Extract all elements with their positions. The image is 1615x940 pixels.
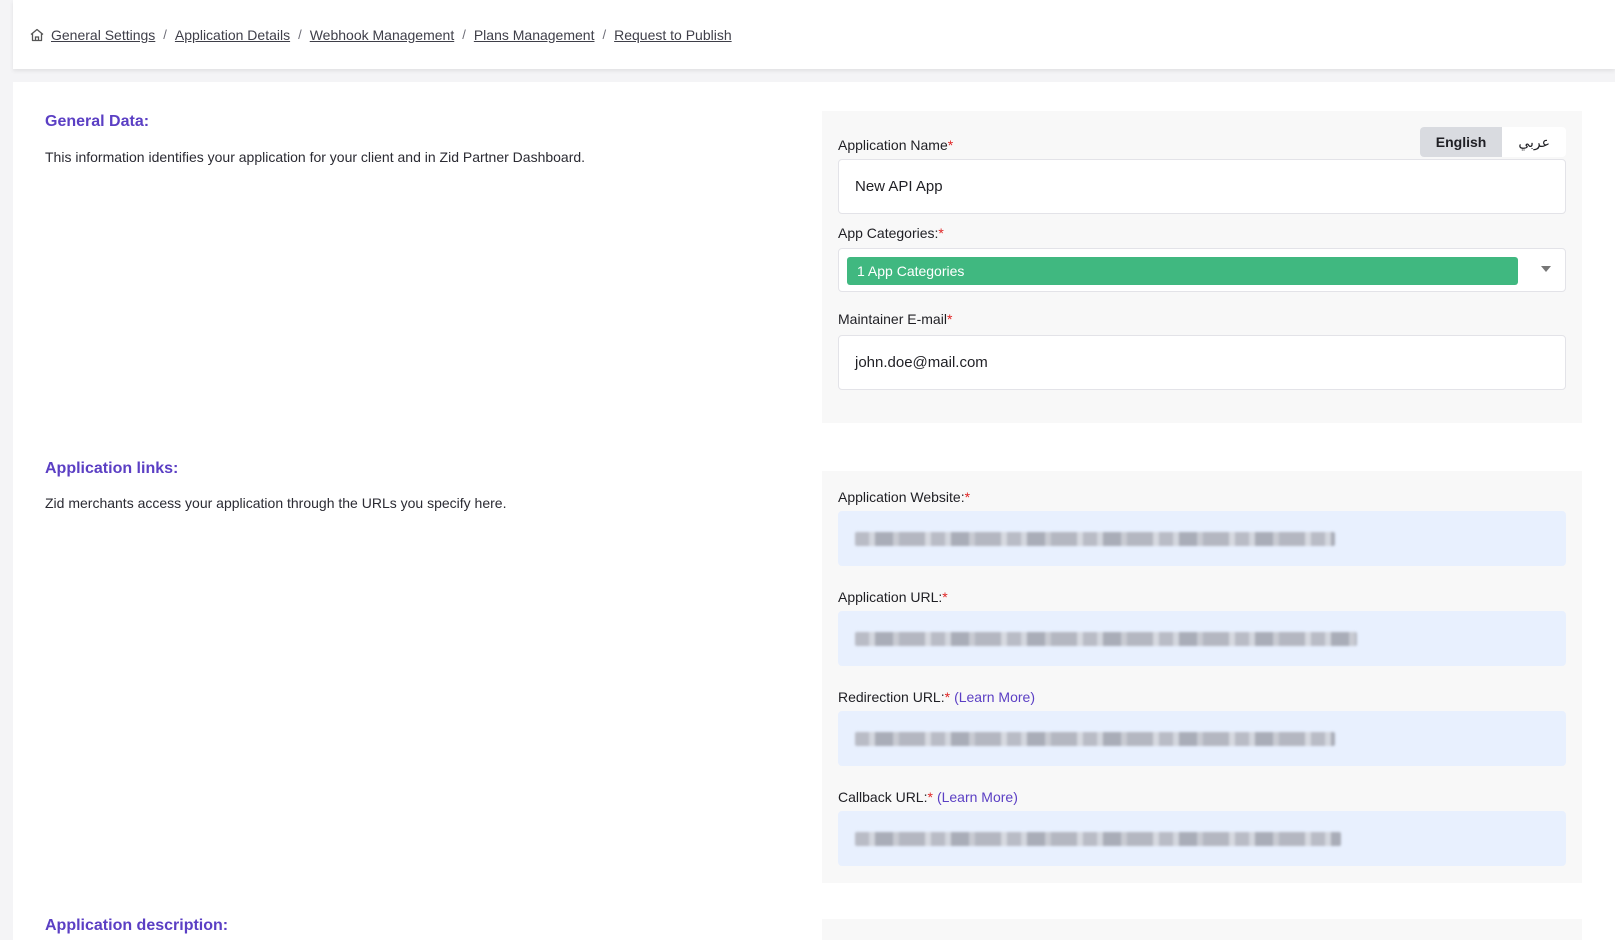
application-website-label: Application Website:*	[838, 489, 970, 505]
application-links-panel: Application Website:* Application URL:* …	[822, 471, 1582, 883]
breadcrumb-separator: /	[602, 27, 607, 42]
settings-content: General Data: This information identifie…	[13, 82, 1615, 940]
required-marker: *	[944, 689, 951, 705]
app-categories-chip[interactable]: 1 App Categories	[847, 257, 1518, 285]
required-marker: *	[947, 137, 954, 153]
application-links-title: Application links:	[45, 460, 179, 477]
breadcrumb-request-to-publish[interactable]: Request to Publish	[614, 27, 732, 43]
redacted-value	[855, 631, 1357, 646]
breadcrumb-webhook-management[interactable]: Webhook Management	[310, 27, 455, 43]
application-url-label: Application URL:*	[838, 589, 948, 605]
callback-url-label: Callback URL:* (Learn More)	[838, 789, 1018, 805]
app-categories-select[interactable]: 1 App Categories	[838, 248, 1566, 292]
application-description-panel	[822, 919, 1582, 940]
redirection-url-input[interactable]	[838, 711, 1566, 766]
breadcrumb-general-settings[interactable]: General Settings	[51, 27, 155, 43]
redirection-url-label: Redirection URL:* (Learn More)	[838, 689, 1035, 705]
maintainer-email-input[interactable]: john.doe@mail.com	[838, 335, 1566, 390]
breadcrumb-plans-management[interactable]: Plans Management	[474, 27, 595, 43]
callback-url-input[interactable]	[838, 811, 1566, 866]
breadcrumb-bar: General Settings / Application Details /…	[13, 0, 1615, 69]
maintainer-email-label-text: Maintainer E-mail	[838, 311, 947, 327]
home-icon[interactable]	[29, 27, 45, 43]
required-marker: *	[927, 789, 933, 805]
general-data-description: This information identifies your applica…	[45, 149, 586, 165]
application-name-label: Application Name*	[838, 137, 953, 153]
application-description-title: Application description:	[45, 917, 229, 934]
required-marker: *	[942, 589, 948, 605]
breadcrumb-separator: /	[163, 27, 167, 42]
redacted-value	[855, 531, 1335, 546]
application-website-label-text: Application Website:	[838, 489, 965, 505]
application-name-label-text: Application Name	[838, 137, 948, 153]
redacted-value	[855, 831, 1341, 846]
redacted-value	[855, 731, 1335, 746]
callback-learn-more-link[interactable]: (Learn More)	[937, 789, 1018, 805]
redirection-learn-more-link[interactable]: (Learn More)	[954, 689, 1035, 705]
required-marker: *	[946, 311, 953, 327]
redirection-url-label-text: Redirection URL:	[838, 689, 945, 705]
callback-url-label-text: Callback URL:	[838, 789, 928, 805]
required-marker: *	[938, 225, 944, 241]
application-name-input[interactable]: New API App	[838, 159, 1566, 214]
maintainer-email-label: Maintainer E-mail*	[838, 311, 952, 327]
required-marker: *	[964, 489, 971, 505]
general-data-title: General Data:	[45, 113, 150, 130]
application-url-label-text: Application URL:	[838, 589, 943, 605]
breadcrumb-separator: /	[298, 27, 302, 42]
app-categories-label-text: App Categories:	[838, 225, 939, 241]
app-categories-label: App Categories:*	[838, 225, 944, 241]
language-arabic-button[interactable]: عربي	[1502, 127, 1566, 157]
application-website-input[interactable]	[838, 511, 1566, 566]
language-english-button[interactable]: English	[1419, 127, 1503, 157]
chevron-down-icon[interactable]	[1541, 266, 1551, 272]
application-url-input[interactable]	[838, 611, 1566, 666]
breadcrumb-application-details[interactable]: Application Details	[175, 27, 290, 43]
breadcrumb-separator: /	[462, 27, 466, 42]
language-toggle: English عربي	[1419, 127, 1566, 157]
application-links-description: Zid merchants access your application th…	[45, 495, 507, 511]
breadcrumb: General Settings / Application Details /…	[29, 27, 732, 43]
general-data-panel: English عربي Application Name* New API A…	[822, 111, 1582, 423]
